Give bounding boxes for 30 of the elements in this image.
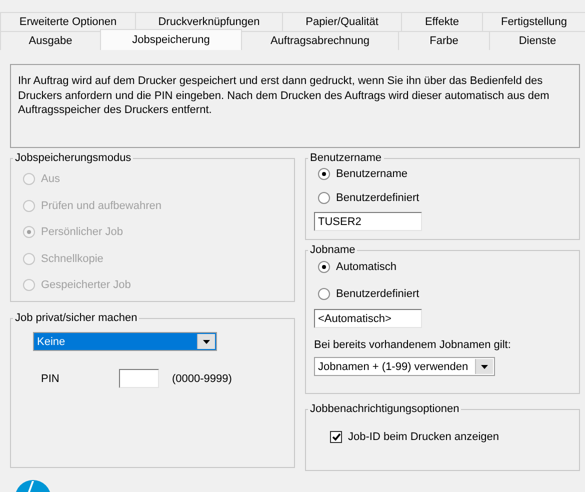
logo-icon <box>15 480 51 492</box>
duplicate-label: Bei bereits vorhandenem Jobnamen gilt: <box>314 339 512 351</box>
tab[interactable]: Jobspeicherung <box>100 29 242 50</box>
pin-label: PIN <box>41 372 60 384</box>
radio-label[interactable]: Automatisch <box>336 261 397 274</box>
pin-field[interactable] <box>119 369 159 388</box>
radio-button[interactable] <box>318 288 330 300</box>
description-text: Ihr Auftrag wird auf dem Drucker gespeichert und erst dann gedruckt, wenn Sie ihn über das Bedienfeld des Druckers anfordern und die PIN eingeben. Nach dem Drucken des Auftrags wird dieser automatisch aus dem Auftragsspeicher des Druckers entfernt. <box>18 75 550 116</box>
radio-label[interactable]: Benutzerdefiniert <box>336 288 420 300</box>
group-title: Jobbenachrichtigungsoptionen <box>309 403 460 415</box>
group-title: Jobspeicherungsmodus <box>14 152 132 164</box>
radio-button[interactable] <box>318 168 330 180</box>
group-title: Benutzername <box>309 152 383 164</box>
radio-button[interactable] <box>318 261 330 274</box>
pin-range: (0000-9999) <box>172 372 232 384</box>
job-name-field[interactable]: <Automatisch> <box>314 309 422 328</box>
group-title: Job privat/sicher machen <box>14 312 138 324</box>
radio-label[interactable]: Benutzerdefiniert <box>336 192 420 204</box>
caret-icon <box>481 364 488 368</box>
tab[interactable]: Erweiterte Optionen <box>0 12 136 31</box>
dropdown[interactable]: Keine <box>33 332 217 351</box>
radio-label[interactable]: Benutzername <box>336 168 408 180</box>
caret-icon <box>203 340 210 344</box>
user-name-field[interactable]: TUSER2 <box>314 212 422 231</box>
dropdown[interactable]: Jobnamen + (1-99) verwenden <box>314 357 495 376</box>
group-title: Jobname <box>309 244 356 256</box>
checkbox-label[interactable]: Job-ID beim Drucken anzeigen <box>348 431 500 443</box>
radio-button[interactable] <box>318 192 330 204</box>
tab[interactable]: Ausgabe <box>0 31 101 50</box>
checkbox[interactable] <box>330 431 342 443</box>
